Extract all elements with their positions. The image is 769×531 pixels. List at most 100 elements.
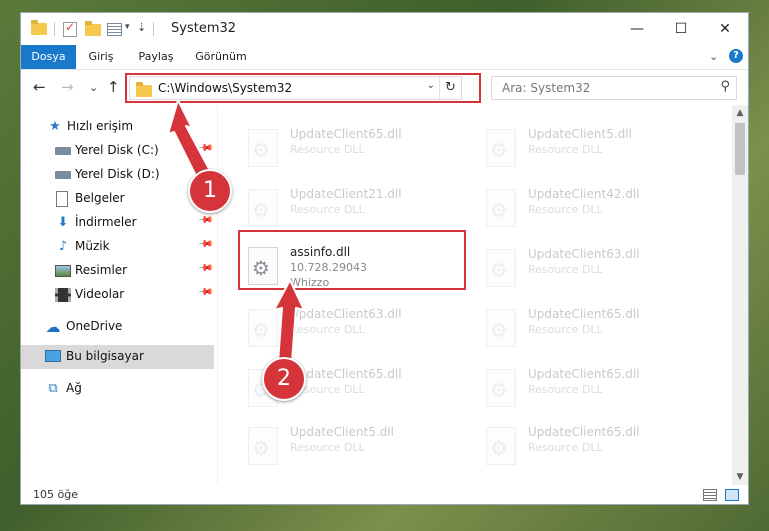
properties-check-icon[interactable] bbox=[63, 20, 77, 37]
sidebar-item-label: OneDrive bbox=[66, 319, 123, 333]
sidebar-item-onedrive[interactable]: ☁ OneDrive bbox=[21, 315, 214, 339]
back-button[interactable]: ← bbox=[33, 78, 46, 96]
up-button[interactable]: ↑ bbox=[107, 78, 120, 96]
dll-file-icon bbox=[248, 309, 278, 347]
sidebar-item-pictures[interactable]: Resimler 📌 bbox=[21, 259, 214, 283]
file-description: Resource DLL bbox=[528, 323, 603, 336]
file-name: UpdateClient21.dll bbox=[290, 187, 402, 201]
sidebar-item-label: Bu bilgisayar bbox=[66, 349, 144, 363]
new-folder-icon[interactable] bbox=[85, 21, 101, 36]
file-description: Resource DLL bbox=[290, 143, 365, 156]
file-description: Resource DLL bbox=[528, 143, 603, 156]
quick-access-toolbar-dropdown-icon[interactable]: ⇣ bbox=[137, 21, 146, 34]
file-tile[interactable]: UpdateClient63.dll Resource DLL bbox=[480, 245, 710, 297]
file-highlight-box bbox=[238, 230, 466, 290]
sidebar-item-label: Ağ bbox=[66, 381, 82, 395]
address-highlight-box bbox=[125, 73, 481, 103]
file-tile[interactable]: UpdateClient65.dll Resource DLL bbox=[480, 423, 710, 475]
file-name: UpdateClient65.dll bbox=[528, 307, 640, 321]
scrollbar-thumb[interactable] bbox=[735, 123, 745, 175]
sidebar-item-videos[interactable]: Videolar 📌 bbox=[21, 283, 214, 307]
help-icon[interactable]: ? bbox=[729, 49, 743, 63]
recent-locations-button[interactable]: ⌄ bbox=[89, 81, 98, 94]
scroll-up-icon[interactable]: ▲ bbox=[732, 105, 748, 121]
dll-file-icon bbox=[486, 369, 516, 407]
sidebar-item-local-disk-c[interactable]: Yerel Disk (C:) 📌 bbox=[21, 139, 214, 163]
file-name: UpdateClient63.dll bbox=[290, 307, 402, 321]
sidebar-item-documents[interactable]: Belgeler 📌 bbox=[21, 187, 214, 211]
file-tile[interactable]: UpdateClient65.dll Resource DLL bbox=[242, 125, 472, 177]
search-input[interactable]: Ara: System32 bbox=[502, 81, 590, 95]
dll-file-icon bbox=[248, 189, 278, 227]
file-tile[interactable]: UpdateClient42.dll Resource DLL bbox=[480, 185, 710, 237]
pin-icon: 📌 bbox=[196, 212, 214, 229]
status-bar: 105 öğe bbox=[21, 485, 748, 504]
tab-view[interactable]: Görünüm bbox=[191, 45, 251, 69]
close-button[interactable]: ✕ bbox=[703, 13, 747, 45]
dll-file-icon bbox=[248, 129, 278, 167]
document-icon bbox=[56, 191, 68, 207]
file-name: UpdateClient65.dll bbox=[528, 367, 640, 381]
sidebar-item-label: İndirmeler bbox=[75, 215, 137, 229]
window-title: System32 bbox=[171, 21, 237, 36]
file-description: Resource DLL bbox=[290, 441, 365, 454]
file-tile[interactable]: UpdateClient5.dll Resource DLL bbox=[242, 423, 472, 475]
file-name: UpdateClient5.dll bbox=[528, 127, 632, 141]
chevron-down-icon[interactable]: ▾ bbox=[125, 22, 130, 32]
sidebar-item-local-disk-d[interactable]: Yerel Disk (D:) 📌 bbox=[21, 163, 214, 187]
sidebar-item-this-pc[interactable]: Bu bilgisayar bbox=[21, 345, 214, 369]
file-description: Resource DLL bbox=[528, 441, 603, 454]
file-name: UpdateClient63.dll bbox=[528, 247, 640, 261]
expand-ribbon-icon[interactable]: ⌄ bbox=[709, 50, 718, 63]
callout-badge-2: 2 bbox=[262, 357, 306, 401]
download-icon: ⬇ bbox=[57, 215, 69, 230]
tab-file[interactable]: Dosya bbox=[21, 45, 76, 69]
customize-icon[interactable] bbox=[107, 23, 122, 36]
sidebar-item-downloads[interactable]: ⬇ İndirmeler 📌 bbox=[21, 211, 214, 235]
file-name: UpdateClient65.dll bbox=[528, 425, 640, 439]
search-box[interactable]: Ara: System32 ⚲ bbox=[491, 76, 737, 100]
file-name: UpdateClient65.dll bbox=[290, 367, 402, 381]
file-name: UpdateClient65.dll bbox=[290, 127, 402, 141]
toolbar-divider bbox=[54, 22, 55, 36]
tiles-view-icon[interactable] bbox=[725, 489, 739, 501]
pin-icon: 📌 bbox=[196, 236, 214, 253]
minimize-button[interactable]: — bbox=[615, 13, 659, 45]
cloud-icon: ☁ bbox=[45, 318, 61, 336]
tab-share[interactable]: Paylaş bbox=[131, 45, 181, 69]
search-icon[interactable]: ⚲ bbox=[720, 79, 730, 94]
drive-icon bbox=[55, 171, 71, 179]
pictures-icon bbox=[55, 265, 71, 277]
file-name: UpdateClient42.dll bbox=[528, 187, 640, 201]
dll-file-icon bbox=[486, 309, 516, 347]
file-description: Resource DLL bbox=[290, 203, 365, 216]
file-tile[interactable]: UpdateClient63.dll Resource DLL bbox=[242, 305, 472, 357]
file-tile[interactable]: UpdateClient65.dll Resource DLL bbox=[480, 365, 710, 417]
sidebar-item-network[interactable]: ⧉ Ağ bbox=[21, 377, 214, 401]
details-view-icon[interactable] bbox=[703, 489, 717, 501]
forward-button[interactable]: → bbox=[61, 78, 74, 96]
network-icon: ⧉ bbox=[48, 381, 58, 396]
sidebar-item-label: Müzik bbox=[75, 239, 110, 253]
file-tile[interactable]: UpdateClient65.dll Resource DLL bbox=[480, 305, 710, 357]
dll-file-icon bbox=[486, 427, 516, 465]
dll-file-icon bbox=[486, 189, 516, 227]
file-description: Resource DLL bbox=[528, 263, 603, 276]
navigation-bar: ← → ⌄ ↑ C:\Windows\System32 ⌄ ↻ Ara: Sys… bbox=[21, 69, 748, 105]
pin-icon: 📌 bbox=[196, 260, 214, 277]
sidebar-item-label: Yerel Disk (C:) bbox=[75, 143, 159, 157]
sidebar-item-music[interactable]: ♪ Müzik 📌 bbox=[21, 235, 214, 259]
sidebar-item-label: Resimler bbox=[75, 263, 128, 277]
file-description: Resource DLL bbox=[528, 203, 603, 216]
sidebar-item-label: Hızlı erişim bbox=[67, 119, 134, 133]
sidebar-item-quick-access[interactable]: ★ Hızlı erişim bbox=[21, 115, 214, 139]
tab-home[interactable]: Giriş bbox=[81, 45, 121, 69]
music-icon: ♪ bbox=[58, 239, 68, 254]
file-tile[interactable]: UpdateClient5.dll Resource DLL bbox=[480, 125, 710, 177]
vertical-scrollbar[interactable]: ▲ ▼ bbox=[732, 105, 748, 485]
dll-file-icon bbox=[486, 249, 516, 287]
item-count: 105 öğe bbox=[33, 488, 78, 501]
maximize-button[interactable]: ☐ bbox=[659, 13, 703, 45]
sidebar-item-label: Belgeler bbox=[75, 191, 125, 205]
scroll-down-icon[interactable]: ▼ bbox=[732, 469, 748, 485]
